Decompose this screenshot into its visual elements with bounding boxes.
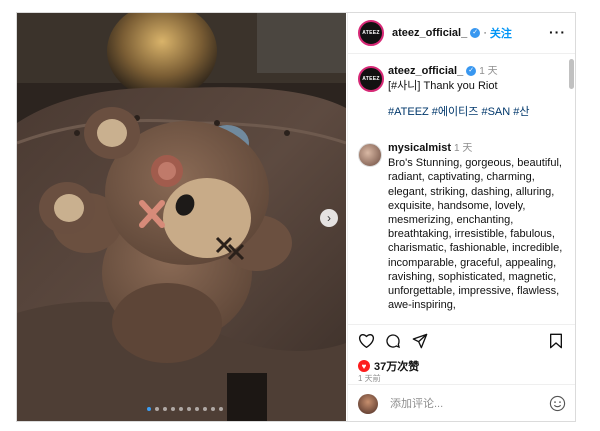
carousel-dot — [187, 407, 191, 411]
comment-icon[interactable] — [385, 333, 401, 354]
teddy-bear-photo — [17, 13, 346, 421]
caption-avatar[interactable]: ATEEZ — [358, 66, 384, 92]
chevron-right-icon: › — [327, 211, 331, 225]
caption-line: [#사니] Thank you Riot — [388, 80, 498, 92]
emoji-icon[interactable] — [549, 395, 566, 417]
comment-text: Bro's Stunning, gorgeous, beautiful, rad… — [388, 157, 563, 312]
carousel-dots — [147, 407, 223, 411]
carousel-dot — [211, 407, 215, 411]
carousel-dot — [171, 407, 175, 411]
verified-badge-icon: ✓ — [470, 28, 481, 38]
likes-heart-icon: ♥ — [358, 360, 370, 372]
like-count[interactable]: ♥ 37万次赞 — [358, 358, 419, 374]
commenter-username[interactable]: mysicalmist — [388, 142, 451, 154]
comments-scroll-area[interactable]: ATEEZ ateez_official_ ✓ 1 天 [#사니] Thank y… — [348, 54, 575, 324]
caption-time: 1 天 — [479, 66, 498, 77]
carousel-dot — [203, 407, 207, 411]
more-options-icon[interactable]: ··· — [549, 24, 566, 40]
share-icon[interactable] — [412, 333, 428, 354]
account-username[interactable]: ateez_official_ — [392, 27, 467, 39]
post-photo[interactable]: › — [17, 13, 346, 421]
carousel-dot — [163, 407, 167, 411]
account-avatar[interactable]: ATEEZ — [358, 20, 384, 46]
bookmark-icon[interactable] — [549, 333, 563, 354]
carousel-dot — [147, 407, 151, 411]
current-user-avatar — [358, 393, 378, 414]
carousel-dot — [179, 407, 183, 411]
comment-item: mysicalmist 1 天 Bro's Stunning, gorgeous… — [358, 141, 568, 312]
likes-text: 37万次赞 — [374, 361, 420, 373]
action-bar — [348, 324, 575, 355]
post-sidebar: ATEEZ ateez_official_ ✓ · 关注 ··· ATEEZ a… — [347, 13, 575, 421]
follow-button[interactable]: 关注 — [490, 25, 512, 41]
post-caption: ATEEZ ateez_official_ ✓ 1 天 [#사니] Thank y… — [358, 64, 568, 119]
carousel-next-button[interactable]: › — [320, 209, 338, 227]
add-comment-input[interactable] — [388, 396, 542, 411]
carousel-dot — [219, 407, 223, 411]
carousel-dot — [195, 407, 199, 411]
post-timestamp: 1 天前 — [358, 374, 381, 383]
caption-avatar-logo-text: ATEEZ — [362, 76, 380, 82]
comment-text-block: mysicalmist 1 天 Bro's Stunning, gorgeous… — [388, 141, 568, 312]
verified-badge-icon: ✓ — [466, 66, 477, 77]
comments-scrollbar[interactable] — [569, 59, 574, 89]
post-header: ATEEZ ateez_official_ ✓ · 关注 ··· — [348, 13, 575, 54]
separator-dot: · — [483, 27, 487, 39]
commenter-avatar[interactable] — [358, 143, 382, 167]
instagram-post-card: › ATEEZ ateez_official_ ✓ · 关注 ··· ATEEZ… — [16, 12, 576, 422]
caption-text-block: ateez_official_ ✓ 1 天 [#사니] Thank you Rio… — [388, 64, 568, 119]
comment-time: 1 天 — [454, 143, 473, 154]
add-comment-bar — [348, 384, 575, 421]
caption-hashtags[interactable]: #ATEEZ #에이티즈 #SAN #산 — [388, 105, 568, 119]
carousel-dot — [155, 407, 159, 411]
caption-username[interactable]: ateez_official_ — [388, 65, 463, 77]
heart-icon[interactable] — [358, 333, 375, 353]
avatar-logo-text: ATEEZ — [362, 30, 380, 36]
